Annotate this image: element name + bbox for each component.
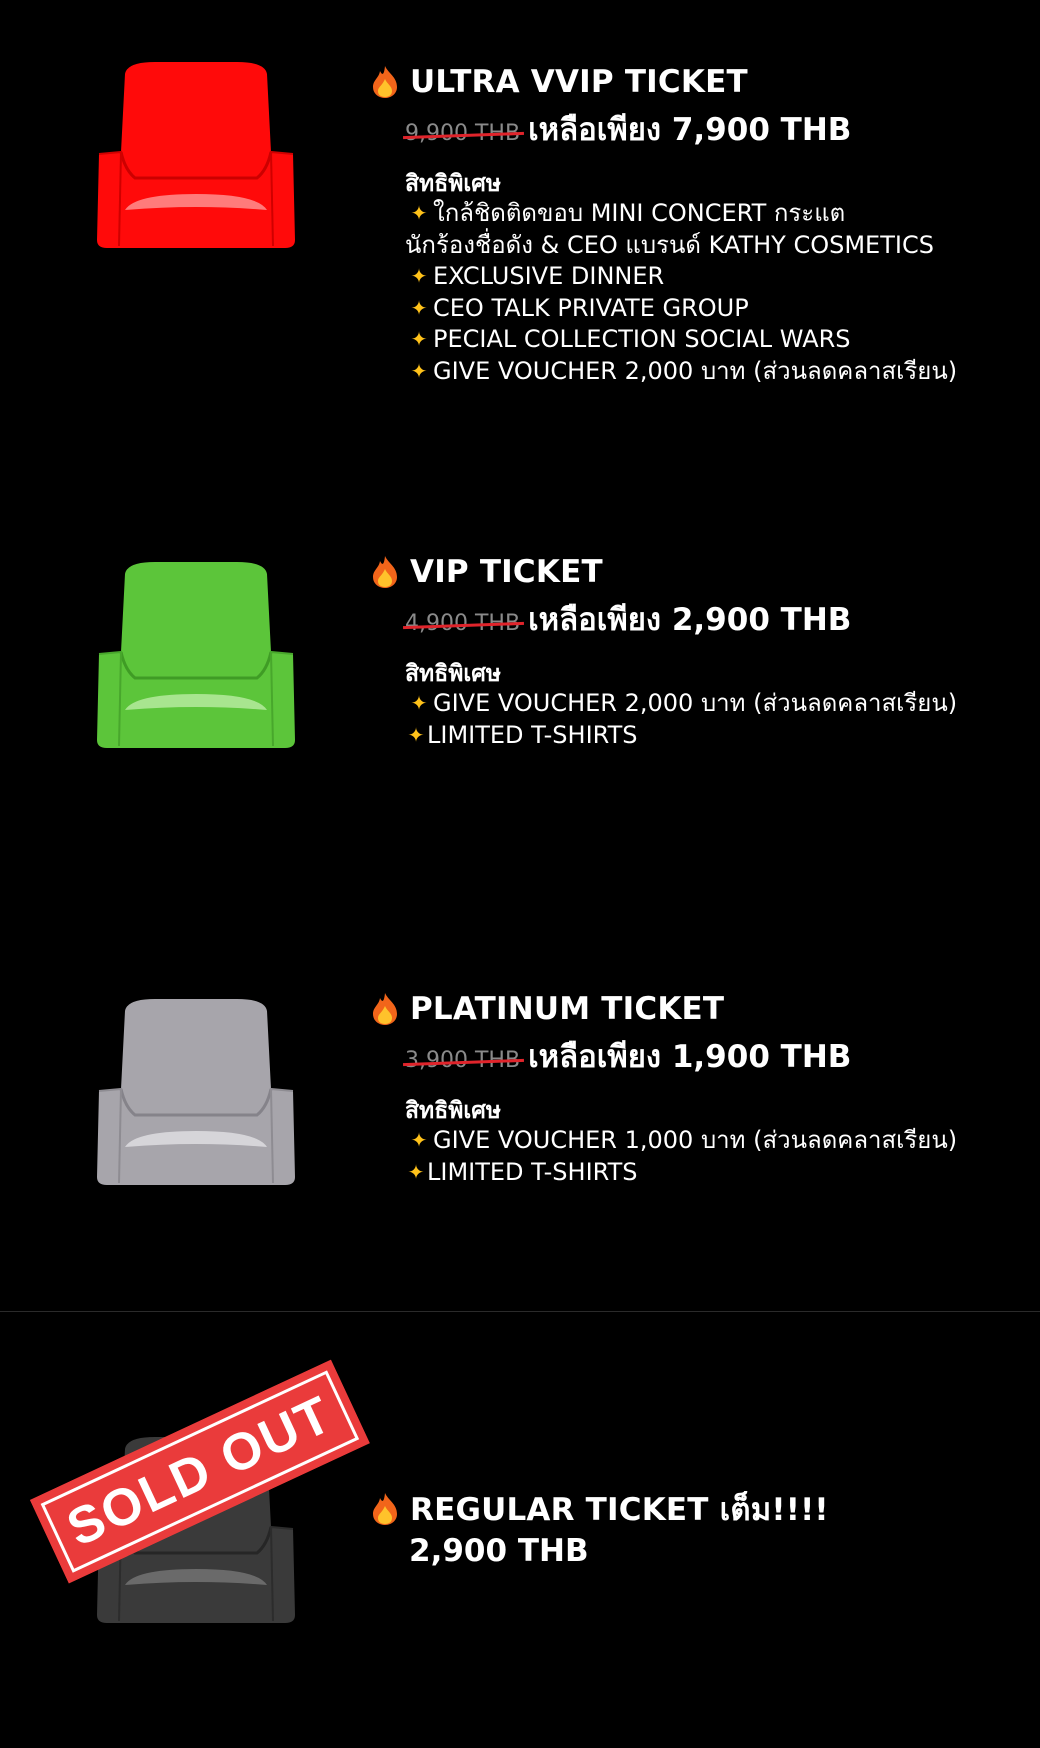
sparkle-icon: ✦ [410, 1128, 428, 1152]
perks-heading: สิทธิพิเศษ [405, 171, 502, 197]
ticket-price: 2,900 THB [409, 1533, 589, 1569]
ticket-title: PLATINUM TICKET [410, 991, 725, 1027]
old-price: 4,900 THB [405, 611, 521, 636]
fire-icon [373, 66, 397, 98]
sparkle-icon: ✦ [407, 1159, 425, 1184]
old-price: 3,900 THB [405, 1048, 521, 1073]
sparkle-icon: ✦ [407, 722, 425, 747]
new-price: เหลือเพียง 2,900 THB [528, 602, 852, 638]
perks-heading: สิทธิพิเศษ [405, 661, 502, 687]
sparkle-icon: ✦ [410, 264, 428, 288]
old-price: 9,900 THB [405, 121, 521, 146]
new-price: เหลือเพียง 7,900 THB [528, 112, 852, 148]
sparkle-icon: ✦ [410, 295, 428, 320]
perk-item: ✦ GIVE VOUCHER 2,000 บาท (ส่วนลดคลาสเรียน… [405, 688, 958, 720]
fire-icon [373, 1493, 397, 1525]
sparkle-icon: ✦ [410, 201, 428, 225]
perk-item: ✦ CEO TALK PRIVATE GROUP [405, 293, 957, 325]
perk-item: ✦ LIMITED T-SHIRTS [405, 1157, 957, 1189]
perk-item: ✦ ใกล้ชิดติดขอบ MINI CONCERT กระแต [405, 198, 957, 230]
sparkle-icon: ✦ [410, 691, 428, 715]
perk-item: ✦ PECIAL COLLECTION SOCIAL WARS [405, 324, 957, 356]
seat-icon [95, 60, 297, 250]
ticket-title: VIP TICKET [410, 554, 603, 590]
perk-item: ✦ GIVE VOUCHER 1,000 บาท (ส่วนลดคลาสเรียน… [405, 1125, 958, 1157]
seat-icon [95, 997, 297, 1187]
ticket-title: REGULAR TICKET เต็ม!!!! [410, 1492, 829, 1528]
sparkle-icon: ✦ [410, 358, 428, 383]
ticket-title: ULTRA VVIP TICKET [410, 64, 748, 100]
sparkle-icon: ✦ [410, 327, 428, 351]
seat-icon [95, 560, 297, 750]
perk-item: ✦ GIVE VOUCHER 2,000 บาท (ส่วนลดคลาสเรียน… [405, 356, 958, 388]
perks-heading: สิทธิพิเศษ [405, 1098, 502, 1124]
fire-icon [373, 556, 397, 588]
perk-item: นักร้องชื่อดัง & CEO แบรนด์ KATHY COSMET… [405, 230, 934, 259]
perk-item: ✦ LIMITED T-SHIRTS [405, 720, 957, 752]
section-divider [0, 1311, 1040, 1312]
fire-icon [373, 993, 397, 1025]
perk-item: ✦ EXCLUSIVE DINNER [405, 261, 957, 293]
new-price: เหลือเพียง 1,900 THB [528, 1039, 852, 1075]
